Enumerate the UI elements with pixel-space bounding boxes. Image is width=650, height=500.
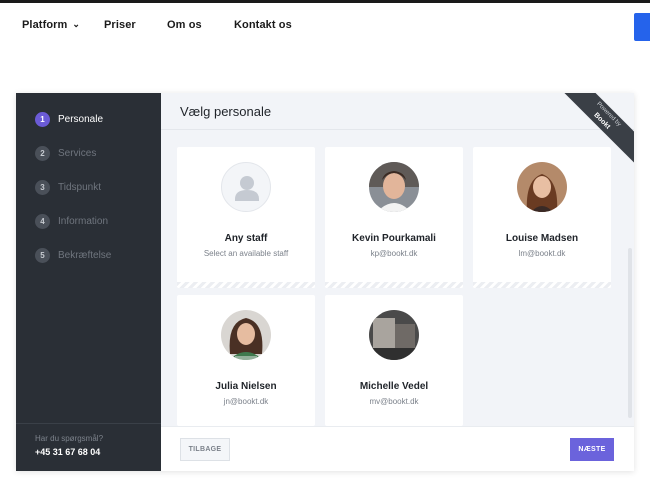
staff-name: Kevin Pourkamali	[352, 233, 436, 244]
nav-kontakt-os[interactable]: Kontakt os	[234, 19, 292, 31]
step-label: Bekræftelse	[58, 249, 112, 261]
booking-steps-sidebar: 1 Personale 2 Services 3 Tidspunkt 4 Inf…	[16, 93, 161, 471]
person-placeholder-icon	[221, 162, 271, 212]
step-tidspunkt[interactable]: 3 Tidspunkt	[35, 179, 101, 195]
staff-avatar	[369, 162, 419, 212]
staff-email: kp@bookt.dk	[370, 249, 418, 258]
staff-card-kevin[interactable]: Kevin Pourkamali kp@bookt.dk	[325, 147, 463, 288]
staff-name: Michelle Vedel	[359, 381, 429, 392]
step-bekraeftelse[interactable]: 5 Bekræftelse	[35, 247, 111, 263]
staff-card-julia[interactable]: Julia Nielsen jn@bookt.dk	[177, 295, 315, 426]
nav-cta-button[interactable]	[634, 13, 650, 41]
nav-priser[interactable]: Priser	[104, 19, 136, 31]
staff-name: Louise Madsen	[505, 233, 579, 244]
step-number: 4	[35, 213, 50, 229]
card-stripe	[473, 282, 611, 288]
staff-selection-panel: Vælg personale Powered by Bookt Any staf…	[161, 93, 634, 471]
step-information[interactable]: 4 Information	[35, 213, 108, 229]
chevron-down-icon: ⌄	[72, 19, 81, 29]
back-button[interactable]: TILBAGE	[180, 438, 230, 461]
nav-om-os[interactable]: Om os	[167, 19, 202, 31]
step-number: 5	[35, 247, 50, 263]
nav-platform[interactable]: Platform ⌄	[22, 19, 80, 31]
panel-header: Vælg personale	[161, 93, 634, 130]
step-label: Tidspunkt	[58, 181, 101, 193]
scrollbar[interactable]	[628, 248, 632, 418]
step-number: 3	[35, 179, 50, 195]
booking-widget: 1 Personale 2 Services 3 Tidspunkt 4 Inf…	[16, 93, 634, 471]
staff-name: Julia Nielsen	[215, 381, 277, 392]
next-button[interactable]: NÆSTE	[570, 438, 614, 461]
step-label: Information	[58, 215, 109, 227]
staff-avatar	[369, 310, 419, 360]
staff-avatar	[517, 162, 567, 212]
page-title: Vælg personale	[180, 104, 272, 119]
staff-avatar	[221, 310, 271, 360]
staff-detail: Select an available staff	[203, 249, 289, 258]
step-label: Personale	[58, 113, 104, 125]
card-stripe	[177, 282, 315, 288]
staff-email: mv@bookt.dk	[369, 397, 419, 406]
step-personale[interactable]: 1 Personale	[35, 111, 103, 127]
help-phone[interactable]: +45 31 67 68 04	[35, 447, 100, 457]
top-navigation: Platform ⌄ Priser Om os Kontakt os	[0, 3, 650, 47]
sidebar-divider	[16, 423, 161, 424]
help-question: Har du spørgsmål?	[35, 434, 104, 443]
staff-card-louise[interactable]: Louise Madsen lm@bookt.dk	[473, 147, 611, 288]
staff-email: jn@bookt.dk	[223, 397, 269, 406]
step-label: Services	[58, 147, 97, 159]
step-number: 1	[35, 111, 50, 127]
staff-name: Any staff	[224, 233, 268, 244]
staff-card-michelle[interactable]: Michelle Vedel mv@bookt.dk	[325, 295, 463, 426]
panel-footer: TILBAGE NÆSTE	[161, 426, 634, 471]
staff-card-any[interactable]: Any staff Select an available staff	[177, 147, 315, 288]
step-services[interactable]: 2 Services	[35, 145, 96, 161]
step-number: 2	[35, 145, 50, 161]
staff-email: lm@bookt.dk	[518, 249, 566, 258]
card-stripe	[325, 282, 463, 288]
